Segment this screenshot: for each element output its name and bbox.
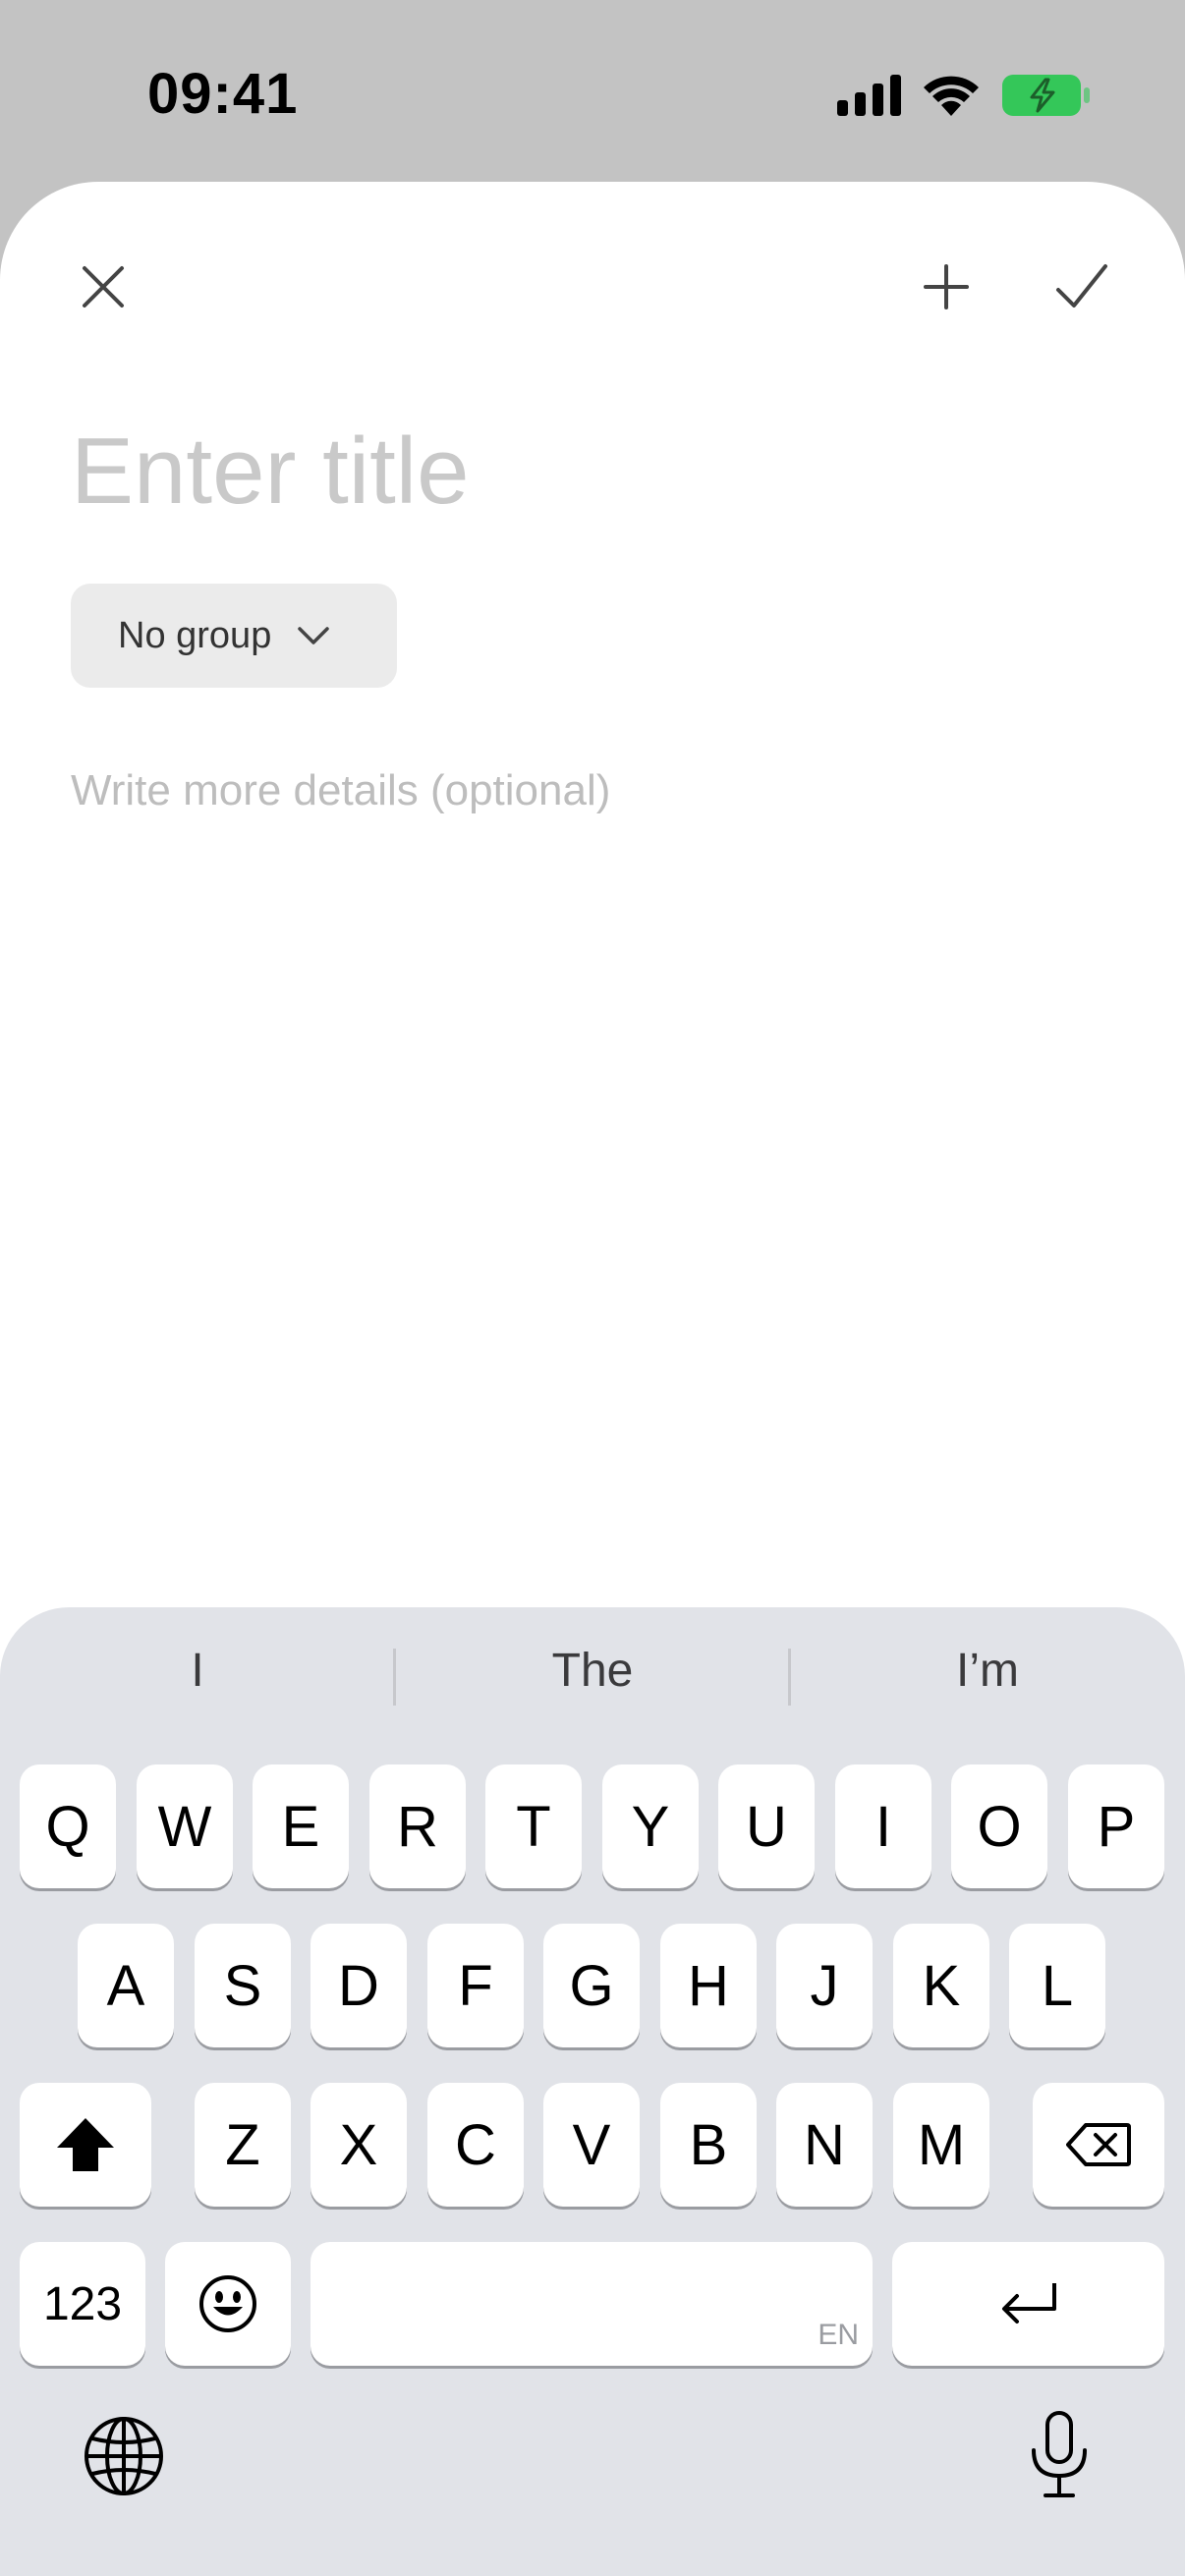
keyboard-language-label: EN: [818, 2319, 859, 2351]
key-e[interactable]: E: [253, 1764, 349, 1888]
chevron-down-icon: [297, 626, 330, 645]
suggestion-2[interactable]: The: [396, 1637, 789, 1706]
title-input[interactable]: [71, 413, 1112, 531]
shift-icon: [57, 2118, 114, 2171]
add-button[interactable]: [902, 243, 990, 331]
space-key[interactable]: EN: [310, 2242, 873, 2366]
key-o[interactable]: O: [951, 1764, 1047, 1888]
key-d[interactable]: D: [310, 1924, 407, 2047]
key-y[interactable]: Y: [602, 1764, 699, 1888]
plus-icon: [924, 264, 969, 309]
key-p[interactable]: P: [1068, 1764, 1164, 1888]
group-selector-label: No group: [118, 614, 272, 656]
close-button[interactable]: [59, 243, 147, 331]
suggestion-3[interactable]: I’m: [791, 1637, 1184, 1706]
key-r[interactable]: R: [369, 1764, 466, 1888]
confirm-button[interactable]: [1038, 243, 1126, 331]
microphone-icon[interactable]: [1028, 2411, 1091, 2499]
suggestion-bar: I The I’m: [0, 1607, 1185, 1745]
key-q[interactable]: Q: [20, 1764, 116, 1888]
key-s[interactable]: S: [195, 1924, 291, 2047]
cellular-signal-icon: [837, 75, 901, 116]
checkmark-icon: [1056, 264, 1107, 308]
key-b[interactable]: B: [660, 2083, 757, 2207]
key-g[interactable]: G: [543, 1924, 640, 2047]
group-selector[interactable]: No group: [71, 584, 397, 688]
suggestion-1[interactable]: I: [1, 1637, 394, 1706]
key-t[interactable]: T: [485, 1764, 582, 1888]
numbers-key[interactable]: 123: [20, 2242, 145, 2366]
backspace-icon: [1066, 2123, 1131, 2166]
key-h[interactable]: H: [660, 1924, 757, 2047]
wifi-icon: [924, 76, 979, 116]
key-i[interactable]: I: [835, 1764, 931, 1888]
details-input[interactable]: [71, 756, 1112, 825]
key-m[interactable]: M: [893, 2083, 989, 2207]
delete-key[interactable]: [1033, 2083, 1164, 2207]
key-n[interactable]: N: [776, 2083, 873, 2207]
key-f[interactable]: F: [427, 1924, 524, 2047]
emoji-key[interactable]: [165, 2242, 291, 2366]
key-c[interactable]: C: [427, 2083, 524, 2207]
globe-icon[interactable]: [83, 2415, 165, 2497]
return-icon: [1001, 2283, 1056, 2324]
onscreen-keyboard: I The I’m Q W E R T Y U I O P A S D F G …: [0, 1607, 1185, 2576]
battery-charging-icon: [1002, 75, 1090, 116]
shift-key[interactable]: [20, 2083, 151, 2207]
key-u[interactable]: U: [718, 1764, 815, 1888]
key-v[interactable]: V: [543, 2083, 640, 2207]
status-time: 09:41: [147, 62, 299, 126]
emoji-icon: [199, 2275, 256, 2332]
key-a[interactable]: A: [78, 1924, 174, 2047]
close-icon: [83, 266, 124, 308]
key-z[interactable]: Z: [195, 2083, 291, 2207]
key-x[interactable]: X: [310, 2083, 407, 2207]
key-j[interactable]: J: [776, 1924, 873, 2047]
status-bar: 09:41: [0, 0, 1185, 187]
key-k[interactable]: K: [893, 1924, 989, 2047]
key-l[interactable]: L: [1009, 1924, 1105, 2047]
return-key[interactable]: [892, 2242, 1164, 2366]
key-w[interactable]: W: [137, 1764, 233, 1888]
